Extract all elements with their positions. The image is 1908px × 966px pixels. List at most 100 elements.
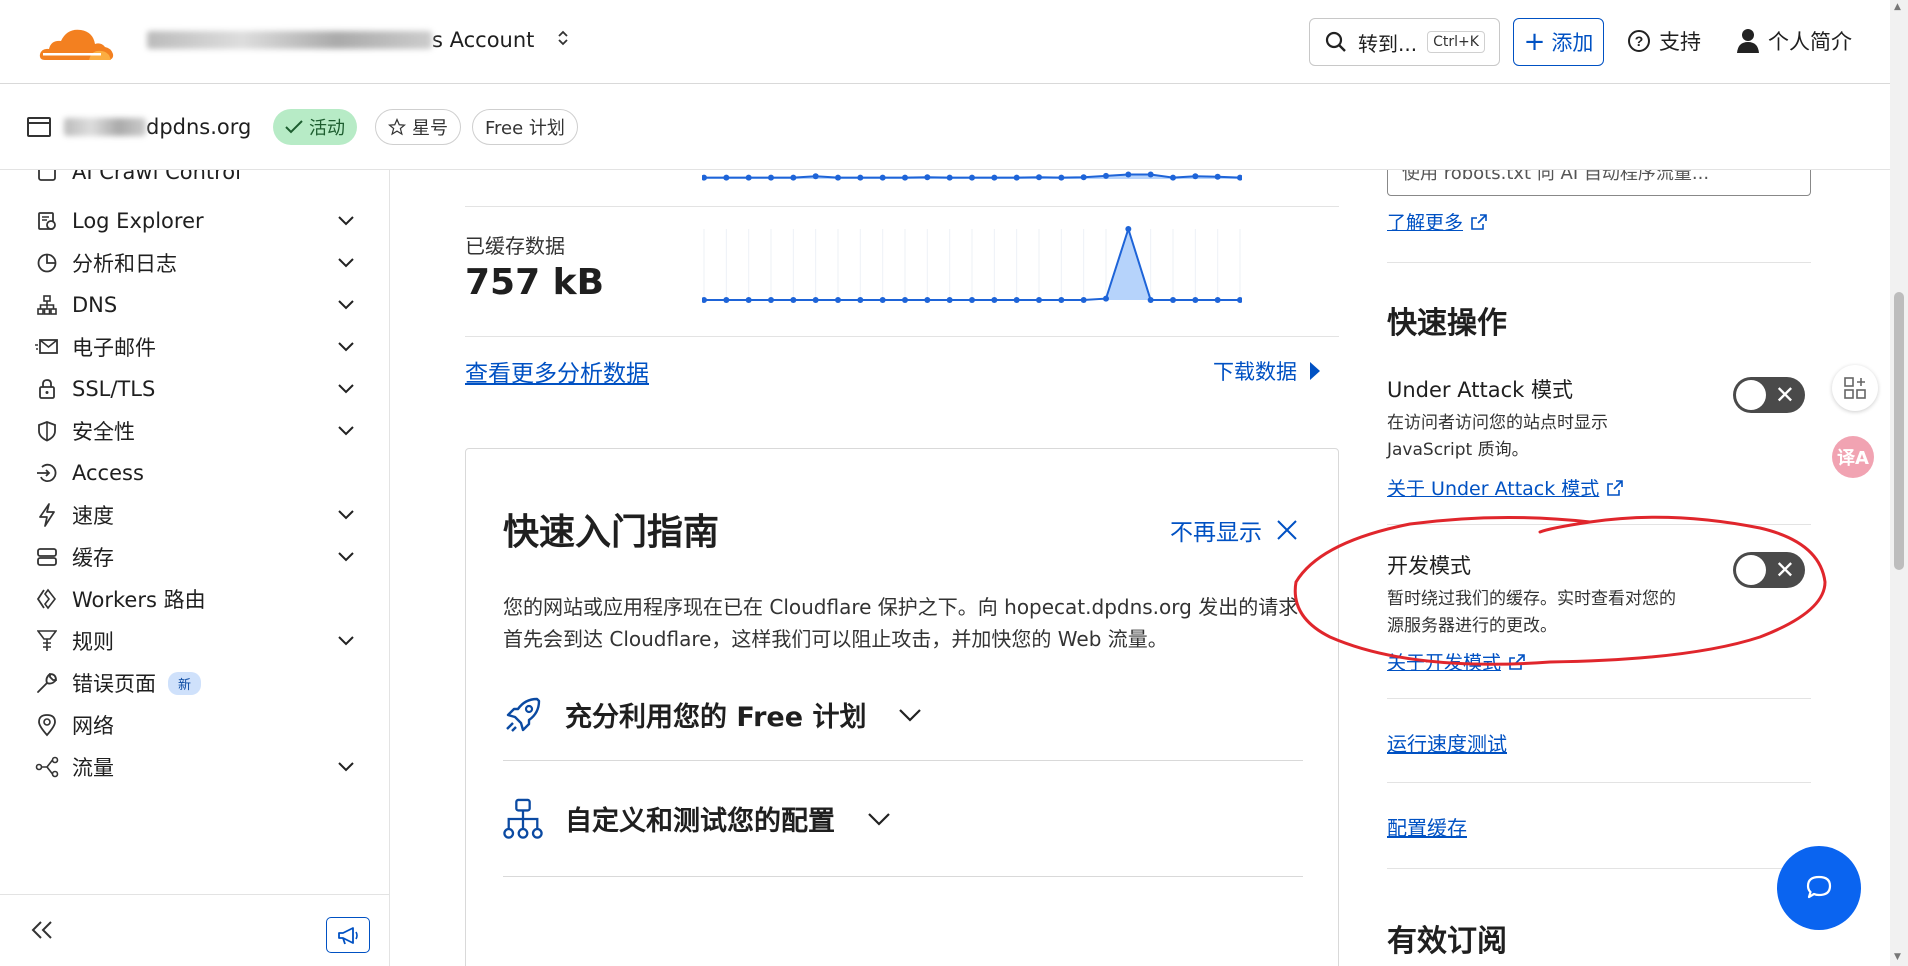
chart-point[interactable] xyxy=(1036,174,1042,181)
chart-point[interactable] xyxy=(1036,297,1042,303)
chart-point[interactable] xyxy=(1080,174,1087,181)
sidebar-item-ssl-tls[interactable]: SSL/TLS xyxy=(34,374,364,404)
robots-setting-field[interactable]: 使用 robots.txt 向 AI 自动程序流量... xyxy=(1387,170,1811,196)
collapse-sidebar-button[interactable] xyxy=(30,919,56,947)
sidebar-item-rules[interactable]: 规则 xyxy=(34,626,364,656)
chart-point[interactable] xyxy=(857,297,864,303)
sidebar-item-network[interactable]: 网络 xyxy=(34,710,364,740)
chart-point[interactable] xyxy=(1125,171,1132,178)
chart-point[interactable] xyxy=(969,174,975,181)
plan-badge[interactable]: Free 计划 xyxy=(472,109,578,145)
feedback-button[interactable] xyxy=(326,917,370,953)
dev-mode-docs-link[interactable]: 关于开发模式 xyxy=(1387,648,1525,675)
scroll-up-icon[interactable]: ▲ xyxy=(1894,2,1901,12)
sidebar-item-access[interactable]: Access xyxy=(34,458,364,488)
chart-point[interactable] xyxy=(857,174,864,181)
chart-point[interactable] xyxy=(835,297,841,303)
chart-point[interactable] xyxy=(924,174,931,181)
chart-point[interactable] xyxy=(745,174,752,181)
star-button[interactable]: 星号 xyxy=(375,109,461,145)
chart-point[interactable] xyxy=(745,297,752,303)
chart-point[interactable] xyxy=(1170,297,1176,303)
chart-point[interactable] xyxy=(812,173,819,180)
scroll-down-icon[interactable]: ▼ xyxy=(1894,952,1901,962)
configure-cache-link[interactable]: 配置缓存 xyxy=(1387,812,1467,841)
chart-point[interactable] xyxy=(790,297,797,303)
sidebar-item-email[interactable]: 电子邮件 xyxy=(34,332,364,362)
sidebar-item-dns[interactable]: DNS xyxy=(34,290,364,320)
zone-domain[interactable]: dpdns.org xyxy=(64,115,251,139)
under-attack-toggle[interactable]: ✕ xyxy=(1733,377,1805,413)
chart-point[interactable] xyxy=(1013,174,1020,181)
sidebar-item-workers-routes[interactable]: Workers 路由 xyxy=(34,584,364,614)
chart-point[interactable] xyxy=(946,297,953,303)
sidebar-item-security[interactable]: 安全性 xyxy=(34,416,364,446)
learn-more-link[interactable]: 了解更多 xyxy=(1387,208,1487,235)
profile-menu[interactable]: 个人简介 xyxy=(1736,26,1852,56)
chart-point[interactable] xyxy=(1058,174,1065,181)
chart-point[interactable] xyxy=(702,297,707,303)
sidebar-item-traffic[interactable]: 流量 xyxy=(34,752,364,782)
chart-point[interactable] xyxy=(969,297,975,303)
sidebar-item-label: 安全性 xyxy=(72,420,135,444)
scrollbar-thumb[interactable] xyxy=(1894,292,1904,570)
accordion-free-plan[interactable]: 充分利用您的 Free 计划 xyxy=(503,669,1303,761)
account-switcher[interactable]: s Account xyxy=(147,28,570,52)
sidebar-item-analytics[interactable]: 分析和日志 xyxy=(34,248,364,278)
sidebar-item-ai-crawl-control[interactable]: AI Crawl Control xyxy=(34,170,364,187)
chart-point[interactable] xyxy=(702,174,707,181)
view-more-analytics-link[interactable]: 查看更多分析数据 xyxy=(465,354,649,388)
translate-button[interactable]: 译A xyxy=(1832,436,1874,478)
chart-point[interactable] xyxy=(723,174,730,181)
download-data-link[interactable]: 下载数据 xyxy=(1213,356,1321,386)
chart-point[interactable] xyxy=(768,174,774,181)
dev-mode-docs-label: 关于开发模式 xyxy=(1387,652,1502,674)
chart-point[interactable] xyxy=(879,297,886,303)
chart-point[interactable] xyxy=(812,297,819,303)
chart-point[interactable] xyxy=(1214,173,1221,180)
dismiss-guide-button[interactable]: 不再显示 xyxy=(1170,513,1298,547)
sidebar-item-log-explorer[interactable]: Log Explorer xyxy=(34,206,364,236)
apps-grid-button[interactable] xyxy=(1832,365,1878,411)
search-icon xyxy=(1325,31,1346,52)
chart-point[interactable] xyxy=(1192,297,1199,303)
chart-point[interactable] xyxy=(1103,172,1109,179)
under-attack-docs-link[interactable]: 关于 Under Attack 模式 xyxy=(1387,474,1624,501)
chart-point[interactable] xyxy=(768,297,774,303)
chart-point[interactable] xyxy=(1214,297,1221,303)
sidebar-item-error-pages[interactable]: 错误页面 新 xyxy=(34,668,364,698)
page-scrollbar[interactable]: ▲ ▼ xyxy=(1890,0,1908,966)
chart-point[interactable] xyxy=(1147,171,1154,178)
chart-point[interactable] xyxy=(723,297,730,303)
support-menu[interactable]: ? 支持 xyxy=(1627,26,1701,56)
chat-button[interactable] xyxy=(1777,846,1861,930)
sidebar-item-label: Log Explorer xyxy=(72,209,204,233)
chart-point[interactable] xyxy=(879,174,886,181)
chart-point[interactable] xyxy=(1237,174,1242,181)
chart-point[interactable] xyxy=(946,174,953,181)
sidebar-item-speed[interactable]: 速度 xyxy=(34,500,364,530)
chart-point[interactable] xyxy=(1080,297,1087,303)
chart-point[interactable] xyxy=(1103,295,1109,302)
chart-point[interactable] xyxy=(924,297,931,303)
chart-point[interactable] xyxy=(1125,226,1132,232)
chart-point[interactable] xyxy=(1147,297,1154,303)
speed-test-link[interactable]: 运行速度测试 xyxy=(1387,728,1507,757)
chart-point[interactable] xyxy=(991,297,998,303)
cloudflare-logo[interactable] xyxy=(37,22,117,62)
chart-point[interactable] xyxy=(1237,297,1242,303)
dev-mode-toggle[interactable]: ✕ xyxy=(1733,552,1805,588)
chart-point[interactable] xyxy=(991,174,998,181)
chart-point[interactable] xyxy=(1170,174,1176,181)
add-button[interactable]: + 添加 xyxy=(1513,18,1604,66)
chart-point[interactable] xyxy=(902,297,908,303)
sidebar-item-cache[interactable]: 缓存 xyxy=(34,542,364,572)
chart-point[interactable] xyxy=(902,174,908,181)
accordion-customize-config[interactable]: 自定义和测试您的配置 xyxy=(503,761,1303,877)
go-to-search-button[interactable]: 转到... Ctrl+K xyxy=(1309,18,1500,66)
chart-point[interactable] xyxy=(1058,297,1065,303)
chart-point[interactable] xyxy=(790,174,797,181)
chart-point[interactable] xyxy=(1013,297,1020,303)
chart-point[interactable] xyxy=(835,174,841,181)
chart-point[interactable] xyxy=(1192,173,1199,180)
